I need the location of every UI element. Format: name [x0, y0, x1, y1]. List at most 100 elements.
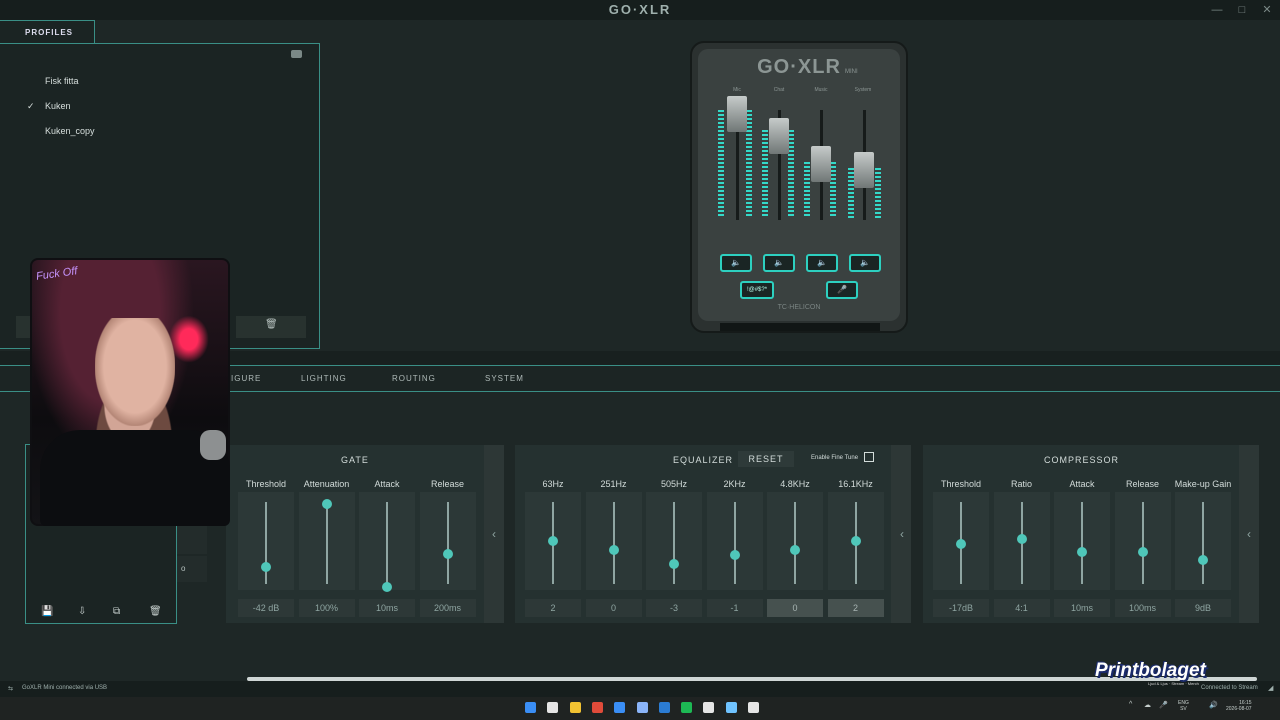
- microphone-icon[interactable]: 🎤: [1159, 701, 1168, 709]
- system-clock[interactable]: 16:15 2026-08-07: [1226, 700, 1252, 712]
- value-field[interactable]: 10ms: [359, 599, 415, 617]
- value-field[interactable]: 2: [525, 599, 581, 617]
- slider-label: Attack: [1069, 479, 1095, 489]
- system-fader[interactable]: [854, 152, 874, 188]
- taskbar-app-icon[interactable]: [547, 702, 559, 713]
- slider-label: Release: [1125, 479, 1160, 489]
- slider-knob[interactable]: [608, 544, 619, 555]
- slider-track[interactable]: [325, 502, 328, 584]
- maximize-button[interactable]: □: [1231, 2, 1253, 18]
- tab-routing[interactable]: ROUTING: [392, 374, 436, 383]
- profile-item[interactable]: Kuken: [45, 101, 71, 111]
- chevron-left-icon[interactable]: ‹: [1240, 527, 1258, 541]
- language-indicator[interactable]: ENG SV: [1178, 700, 1189, 712]
- slider-knob[interactable]: [1137, 547, 1148, 558]
- compressor-title: COMPRESSOR: [1044, 455, 1120, 465]
- slider-track[interactable]: [386, 502, 388, 584]
- bleep-button[interactable]: !@#$?*: [740, 281, 774, 299]
- minimize-button[interactable]: —: [1206, 2, 1228, 18]
- taskbar-app-icon[interactable]: [525, 702, 536, 713]
- trash-icon[interactable]: 🗑: [149, 606, 162, 617]
- taskbar-app-icon[interactable]: [748, 702, 759, 713]
- volume-icon[interactable]: 🔊: [1209, 701, 1218, 709]
- mute-button-chat[interactable]: 🔈: [763, 254, 795, 272]
- mic-fader[interactable]: [727, 96, 747, 132]
- value-field[interactable]: 9dB: [1175, 599, 1231, 617]
- slider-track[interactable]: [612, 502, 615, 584]
- usb-icon: ⇆: [8, 686, 14, 692]
- value-field[interactable]: 2: [827, 599, 884, 617]
- slider-track[interactable]: [1081, 502, 1083, 584]
- taskbar-app-icon[interactable]: [703, 702, 715, 713]
- slider-track[interactable]: [1202, 502, 1204, 584]
- value-field[interactable]: 100ms: [1114, 599, 1171, 617]
- music-fader[interactable]: [811, 146, 831, 182]
- value-field[interactable]: -42 dB: [238, 599, 294, 617]
- save-icon[interactable]: 💾: [41, 606, 53, 617]
- slider-track[interactable]: [794, 502, 796, 584]
- level-meter: [875, 168, 881, 218]
- value-field[interactable]: 200ms: [419, 599, 476, 617]
- onedrive-icon[interactable]: ☁: [1144, 701, 1151, 709]
- value-field[interactable]: 0: [585, 599, 642, 617]
- resize-grip-icon[interactable]: ◢: [1268, 684, 1273, 692]
- slider-label: Release: [430, 479, 465, 489]
- slider-knob[interactable]: [548, 535, 558, 546]
- level-meter: [718, 110, 724, 218]
- chevron-left-icon[interactable]: ‹: [485, 527, 503, 541]
- value-field[interactable]: -3: [646, 599, 702, 617]
- profile-item[interactable]: Kuken_copy: [45, 126, 95, 136]
- slider-track[interactable]: [733, 502, 736, 584]
- profile-item[interactable]: Fisk fitta: [45, 76, 79, 86]
- fine-tune-checkbox[interactable]: [864, 452, 874, 462]
- slider-track[interactable]: [446, 502, 449, 584]
- chevron-left-icon[interactable]: ‹: [893, 527, 911, 541]
- taskbar-app-icon[interactable]: [591, 702, 603, 713]
- close-button[interactable]: ✕: [1256, 2, 1278, 18]
- value-field[interactable]: -1: [706, 599, 763, 617]
- slider-knob[interactable]: [956, 538, 966, 549]
- taskbar-app-icon[interactable]: [658, 702, 670, 713]
- mic-panel-label: o: [181, 564, 186, 573]
- download-icon[interactable]: ⇩: [78, 606, 86, 617]
- tab-lighting[interactable]: LIGHTING: [301, 374, 347, 383]
- value-field[interactable]: 4:1: [993, 599, 1050, 617]
- slider-label: 4.8KHz: [780, 479, 810, 489]
- slider-knob[interactable]: [729, 550, 740, 561]
- channel-label: Mic: [733, 87, 741, 93]
- taskbar-app-icon[interactable]: [681, 702, 693, 713]
- slider-knob[interactable]: [850, 535, 861, 546]
- reset-button[interactable]: RESET: [738, 451, 794, 467]
- taskbar-app-icon[interactable]: [725, 702, 737, 713]
- slider-knob[interactable]: [382, 582, 392, 592]
- slider-knob[interactable]: [669, 558, 679, 569]
- mute-button-music[interactable]: 🔈: [806, 254, 838, 272]
- copy-icon[interactable]: ⧉: [113, 606, 120, 617]
- profiles-tab[interactable]: PROFILES: [0, 20, 95, 45]
- fine-tune-label: Enable Fine Tune: [811, 455, 859, 461]
- channel-label: System: [854, 87, 872, 93]
- slider-knob[interactable]: [790, 544, 800, 555]
- trash-icon[interactable]: 🗑: [265, 319, 278, 330]
- slider-knob[interactable]: [321, 499, 332, 509]
- mute-button-system[interactable]: 🔈: [849, 254, 881, 272]
- device-logo-sub: MINI: [845, 69, 858, 75]
- mute-button-mic[interactable]: 🔈: [720, 254, 752, 272]
- slider-track[interactable]: [673, 502, 675, 584]
- cough-button[interactable]: 🎤: [826, 281, 858, 299]
- taskbar-app-icon[interactable]: [569, 702, 581, 713]
- camera-icon[interactable]: [291, 50, 302, 58]
- value-field[interactable]: -17dB: [933, 599, 989, 617]
- tab-system[interactable]: SYSTEM: [485, 374, 524, 383]
- chat-fader[interactable]: [769, 118, 789, 154]
- taskbar-app-icon[interactable]: [614, 702, 626, 713]
- app-logo: GO·XLR: [608, 2, 672, 17]
- slider-knob[interactable]: [442, 548, 453, 559]
- taskbar-app-icon[interactable]: [636, 702, 648, 713]
- value-field[interactable]: 100%: [298, 599, 355, 617]
- value-field[interactable]: 0: [767, 599, 823, 617]
- slider-track[interactable]: [1141, 502, 1144, 584]
- tray-chevron-icon[interactable]: ^: [1129, 701, 1132, 708]
- value-field[interactable]: 10ms: [1054, 599, 1110, 617]
- slider-knob[interactable]: [1016, 533, 1027, 544]
